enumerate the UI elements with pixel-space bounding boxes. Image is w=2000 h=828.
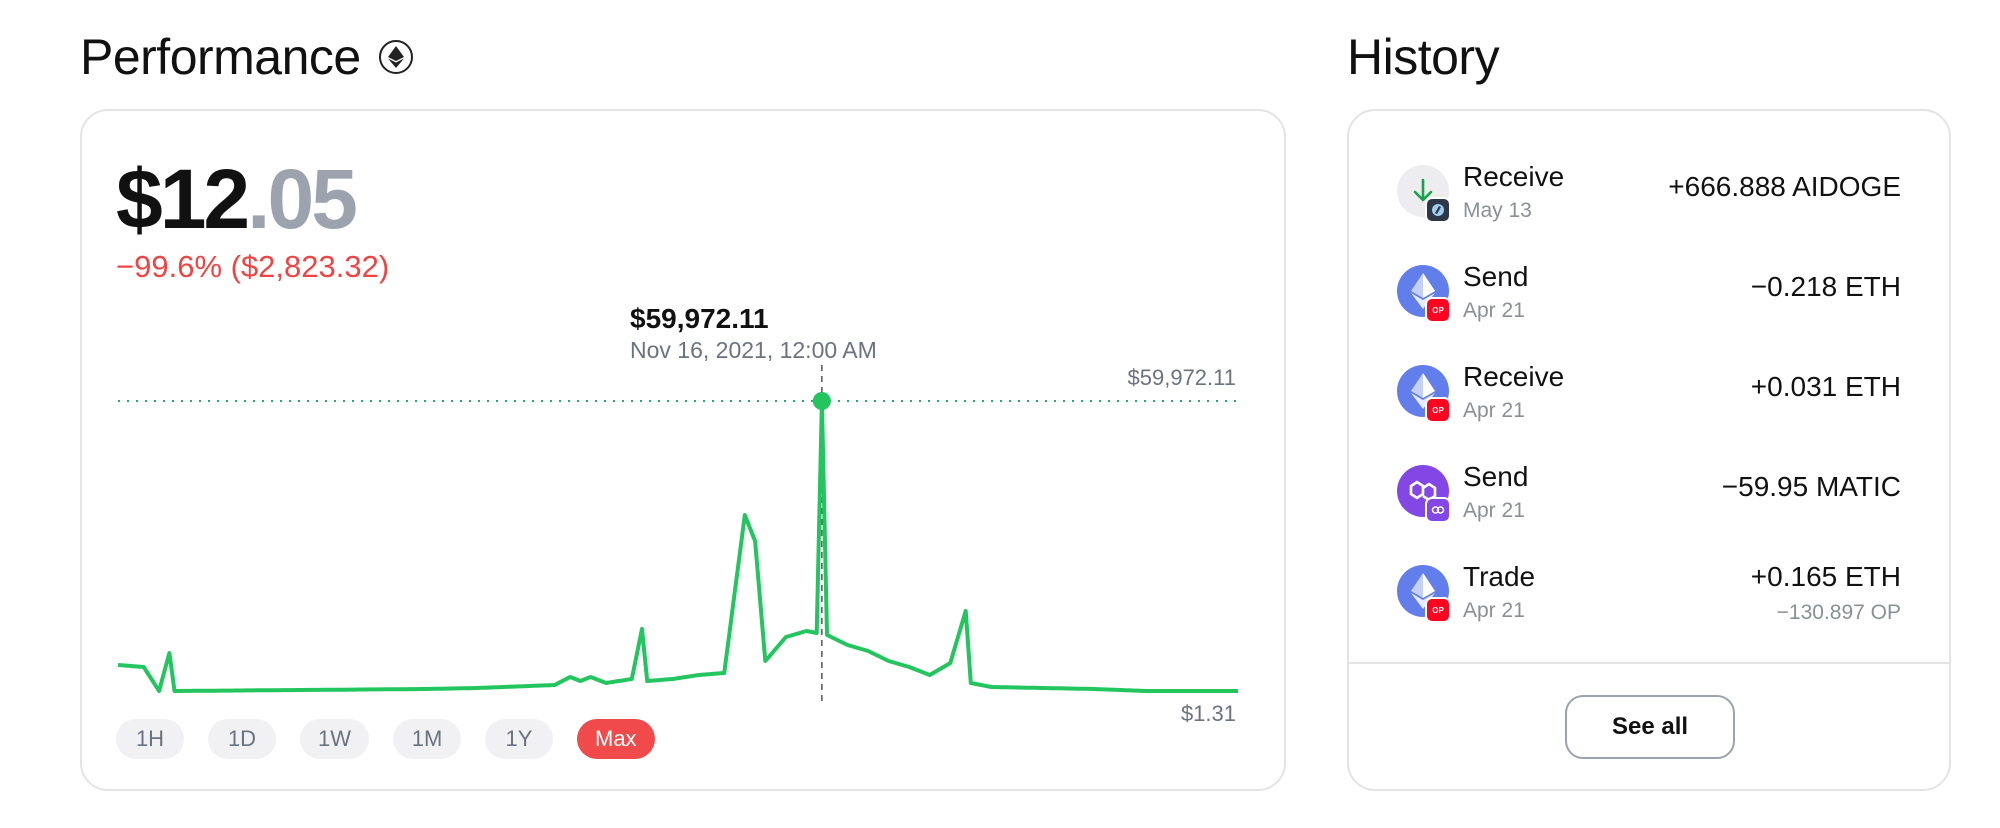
price-line-series [117,399,1238,693]
transaction-date: Apr 21 [1463,399,1525,422]
polygon-badge-icon [1425,497,1451,523]
transaction-type: Receive [1463,361,1565,392]
transaction-row[interactable]: Receive May 13 +666.888 AIDOGE [1349,143,1949,243]
tooltip-date: Nov 16, 2021, 12:00 AM [630,337,877,363]
transaction-row[interactable]: OP Receive Apr 21 +0.031 ETH [1349,343,1949,443]
tooltip-price: $59,972.11 [630,303,769,334]
performance-card: $12.05 −99.6% ($2,823.32) $59,972.11 Nov… [80,109,1286,791]
transaction-date: May 13 [1463,199,1532,222]
transaction-type: Send [1463,461,1529,492]
performance-title: Performance [80,28,413,86]
optimism-icon: OP [1425,297,1451,323]
history-card: Receive May 13 +666.888 AIDOGE OP Send A… [1347,109,1951,791]
range-button-1w[interactable]: 1W [300,719,369,759]
performance-title-text: Performance [80,29,361,85]
history-divider [1349,662,1949,664]
ethereum-icon[interactable] [378,40,413,74]
transaction-type: Trade [1463,561,1536,592]
price-chart[interactable] [82,111,1288,793]
arbitrum-icon [1425,197,1451,223]
transaction-amount: −0.218 ETH [1750,271,1901,302]
transaction-row[interactable]: OP Send Apr 21 −0.218 ETH [1349,243,1949,343]
transaction-row[interactable]: OP Trade Apr 21 +0.165 ETH −130.897 OP [1349,543,1949,643]
transaction-amount: −59.95 MATIC [1721,471,1901,502]
range-button-1h[interactable]: 1H [116,719,184,759]
chart-min-label: $1.31 [1180,701,1236,726]
range-button-1d[interactable]: 1D [208,719,276,759]
transaction-amount: +0.165 ETH [1750,561,1901,592]
transaction-type: Receive [1463,161,1565,192]
transaction-amount: +666.888 AIDOGE [1668,171,1901,202]
optimism-icon: OP [1425,597,1451,623]
transaction-amount: +0.031 ETH [1750,371,1901,402]
max-point-marker [812,392,831,410]
optimism-icon: OP [1425,397,1451,423]
range-button-1m[interactable]: 1M [393,719,461,759]
transaction-date: Apr 21 [1463,499,1525,522]
chart-max-label: $59,972.11 [1127,365,1236,390]
range-button-1y[interactable]: 1Y [485,719,553,759]
transaction-row[interactable]: Send Apr 21 −59.95 MATIC [1349,443,1949,543]
transaction-type: Send [1463,261,1529,292]
history-title: History [1347,29,1500,85]
range-button-max[interactable]: Max [577,719,655,759]
transaction-amount-secondary: −130.897 OP [1776,601,1901,624]
see-all-button[interactable]: See all [1565,695,1735,759]
time-range-selector: 1H 1D 1W 1M 1Y Max [116,719,655,759]
transaction-list: Receive May 13 +666.888 AIDOGE OP Send A… [1349,143,1949,643]
transaction-date: Apr 21 [1463,299,1525,322]
transaction-date: Apr 21 [1463,599,1525,622]
